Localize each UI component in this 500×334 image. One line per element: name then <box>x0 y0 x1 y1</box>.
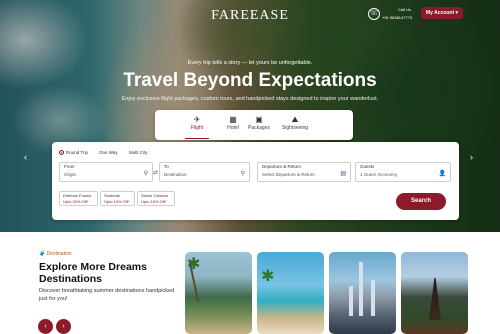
from-input[interactable]: Origin <box>64 172 76 177</box>
trip-type-multi-city[interactable]: Multi City <box>129 149 148 157</box>
carousel-next-button[interactable]: › <box>56 319 71 334</box>
booking-tabs: ✈ Flight ▦ Hotel ▣ Packages ⛰ Sightseein… <box>155 110 353 140</box>
trip-type-one-way[interactable]: One Way <box>99 149 118 157</box>
fare-discount: Upto 10% Off* <box>104 199 130 204</box>
trip-type-round-trip[interactable]: Round Trip <box>59 149 88 157</box>
trip-type-label: Round Trip <box>66 150 89 155</box>
building-icon <box>349 286 353 316</box>
guests-input[interactable]: 1 Guest, Economy <box>360 172 397 177</box>
carousel-prev-button[interactable]: ‹ <box>38 319 53 334</box>
field-label: Departure & Return <box>262 164 302 169</box>
palm-leaf-icon: ✱ <box>261 268 275 285</box>
contact-number: +91 9838147773 <box>382 15 413 20</box>
destination-card[interactable]: ✱ <box>257 252 324 334</box>
fare-discount: Upto 15% Off* <box>141 199 167 204</box>
contact-info[interactable]: ☏ Call Us +91 9838147773 <box>368 7 414 23</box>
tab-label: Flight <box>190 125 204 131</box>
search-button[interactable]: Search <box>396 193 446 210</box>
location-pin-icon: ⚲ <box>240 171 245 177</box>
to-field[interactable]: To Destination ⚲ <box>159 162 250 182</box>
dates-input[interactable]: Select Departure & Return <box>262 172 315 177</box>
palm-leaf-icon: ✱ <box>187 256 201 273</box>
hero-tagline: Every trip tells a story — let yours be … <box>187 60 313 66</box>
destination-card[interactable] <box>401 252 468 334</box>
fare-discount: Upto 20% Off* <box>63 199 89 204</box>
field-label: Guests <box>360 164 375 169</box>
tab-label: Sightseeing <box>281 125 309 131</box>
person-icon: 👤 <box>438 171 446 177</box>
flight-search-panel: Round Trip One Way Multi City From Origi… <box>52 142 459 220</box>
calendar-icon: ▤ <box>340 171 346 177</box>
hero-subline: Enjoy exclusive flight packages, custom … <box>121 96 379 102</box>
destination-tag: 🧳 Destination <box>39 251 72 257</box>
destination-card[interactable]: ✱ <box>185 252 252 334</box>
my-account-button[interactable]: My Account ▾ <box>421 7 463 19</box>
phone-icon: ☏ <box>368 8 380 20</box>
suitcase-icon: 🧳 <box>39 251 46 257</box>
hero-headline: Travel Beyond Expectations <box>123 70 377 91</box>
destinations-title: Explore More Dreams Destinations <box>39 261 147 285</box>
trip-type-label: One Way <box>99 150 118 155</box>
fare-defence-forces[interactable]: Defence Forces Upto 20% Off* <box>59 191 98 206</box>
guests-field[interactable]: Guests 1 Guest, Economy 👤 <box>355 162 451 182</box>
to-input[interactable]: Destination <box>164 172 187 177</box>
chevron-right-icon[interactable]: › <box>470 152 473 162</box>
temple-icon <box>429 278 441 320</box>
fare-senior-citizens[interactable]: Senior Citizens Upto 15% Off* <box>137 191 175 206</box>
sightseeing-icon: ⛰ <box>291 115 299 124</box>
tab-label: Packages <box>248 125 270 131</box>
field-label: To <box>164 164 169 169</box>
tab-sightseeing[interactable]: ⛰ Sightseeing <box>273 115 317 139</box>
field-label: From <box>64 164 75 169</box>
location-pin-icon: ⚲ <box>143 171 148 177</box>
destination-tag-label: Destination <box>46 251 72 257</box>
dates-field[interactable]: Departure & Return Select Departure & Re… <box>257 162 351 182</box>
contact-label: Call Us <box>398 7 411 12</box>
skyscraper-icon <box>359 262 363 316</box>
from-field[interactable]: From Origin ⚲ <box>59 162 153 182</box>
building-icon <box>371 280 375 316</box>
destinations-description: Discover breathtaking summer destination… <box>39 288 175 302</box>
fare-students[interactable]: Students Upto 10% Off* <box>100 191 135 206</box>
trip-type-label: Multi City <box>129 150 148 155</box>
destination-card[interactable] <box>329 252 396 334</box>
chevron-left-icon[interactable]: ‹ <box>24 152 27 162</box>
swap-icon[interactable]: ⇄ <box>153 169 158 176</box>
radio-icon <box>59 150 64 156</box>
